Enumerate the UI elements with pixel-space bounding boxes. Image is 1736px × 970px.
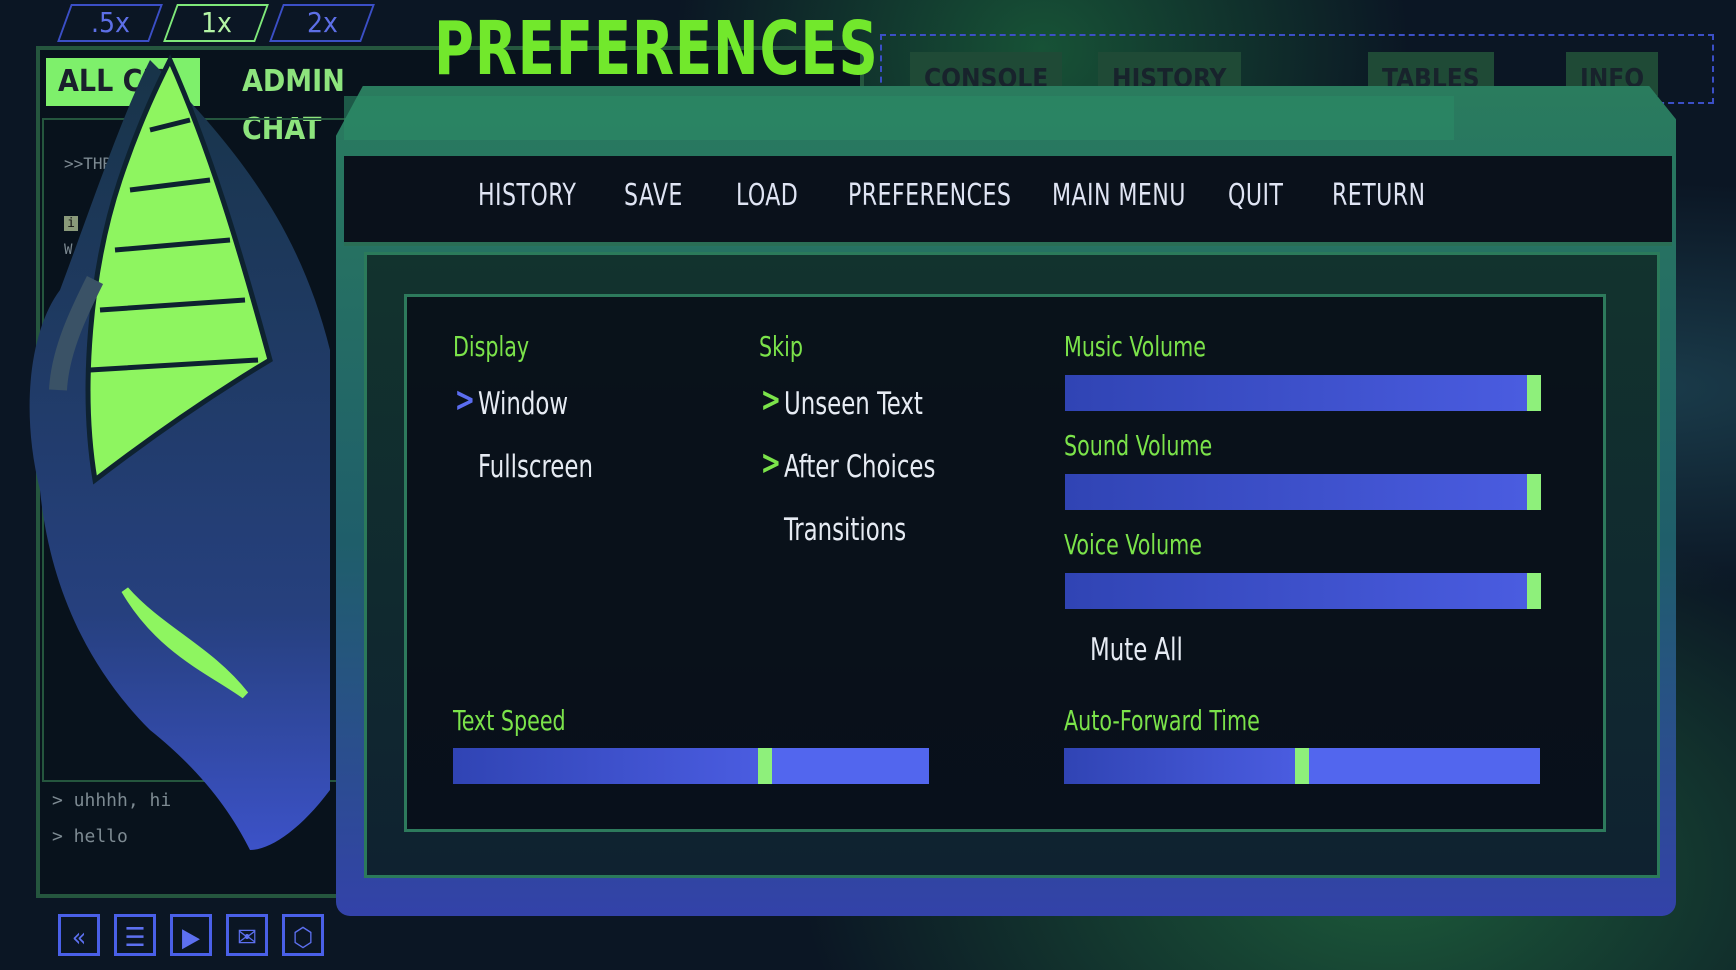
text-speed-slider[interactable]	[453, 748, 929, 784]
music-volume-slider[interactable]	[1065, 375, 1541, 411]
voice-volume-slider[interactable]	[1065, 573, 1541, 609]
display-window-option[interactable]: Window	[478, 386, 568, 422]
panel-ribbon	[344, 96, 1454, 140]
slider-track	[1309, 748, 1540, 784]
nav-save[interactable]: SAVE	[624, 178, 683, 213]
sound-volume-label: Sound Volume	[1064, 429, 1213, 462]
chevron-right-icon: >	[760, 443, 782, 483]
slider-thumb[interactable]	[1527, 474, 1541, 510]
auto-forward-slider[interactable]	[1064, 748, 1540, 784]
slider-fill	[1064, 748, 1295, 784]
voice-volume-label: Voice Volume	[1064, 528, 1203, 561]
text-speed-label: Text Speed	[453, 704, 566, 737]
skip-after-choices-option[interactable]: After Choices	[784, 449, 935, 485]
slider-thumb[interactable]	[1295, 748, 1309, 784]
nav-main-menu[interactable]: MAIN MENU	[1052, 178, 1186, 213]
skip-unseen-option[interactable]: Unseen Text	[784, 386, 923, 422]
nav-history[interactable]: HISTORY	[478, 178, 576, 213]
slider-thumb[interactable]	[1527, 375, 1541, 411]
nav-return[interactable]: RETURN	[1332, 178, 1425, 213]
sound-volume-slider[interactable]	[1065, 474, 1541, 510]
chevron-right-icon: >	[760, 380, 782, 420]
music-volume-label: Music Volume	[1064, 330, 1206, 363]
slider-fill	[1065, 474, 1527, 510]
mascot-character	[29, 54, 330, 850]
slider-fill	[1065, 375, 1527, 411]
nav-load[interactable]: LOAD	[736, 178, 798, 213]
page-title: PREFERENCES	[434, 6, 879, 92]
mute-all-toggle[interactable]: Mute All	[1090, 632, 1183, 668]
slider-thumb[interactable]	[1527, 573, 1541, 609]
nav-quit[interactable]: QUIT	[1228, 178, 1283, 213]
nav-preferences[interactable]: PREFERENCES	[848, 178, 1011, 213]
display-label: Display	[453, 330, 530, 363]
slider-fill	[453, 748, 758, 784]
skip-label: Skip	[759, 330, 803, 363]
auto-forward-label: Auto-Forward Time	[1064, 704, 1260, 737]
display-fullscreen-option[interactable]: Fullscreen	[478, 449, 593, 485]
slider-thumb[interactable]	[758, 748, 772, 784]
skip-transitions-option[interactable]: Transitions	[784, 512, 906, 548]
slider-track	[772, 748, 929, 784]
slider-fill	[1065, 573, 1527, 609]
chevron-right-icon: >	[454, 380, 476, 420]
